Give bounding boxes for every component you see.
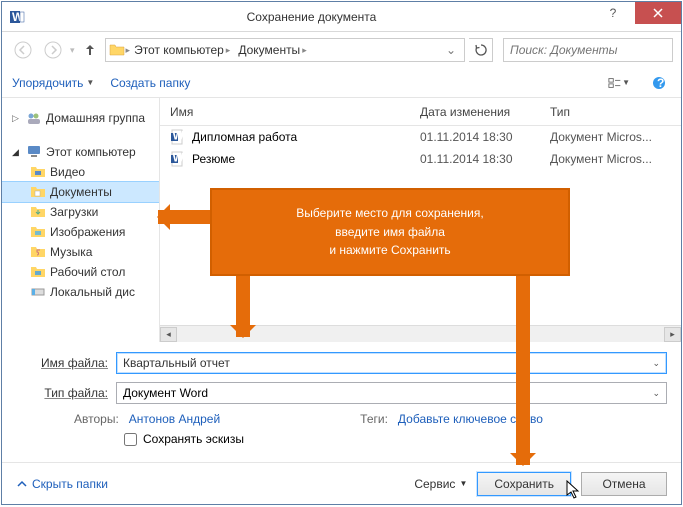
address-bar[interactable]: ▸ Этот компьютер ▸ Документы ▸ ⌄ [105, 38, 465, 62]
titlebar: W Сохранение документа ? [2, 2, 681, 32]
toolbar: Упорядочить ▼ Создать папку ▼ ? [2, 68, 681, 98]
sidebar-pictures[interactable]: Изображения [2, 222, 159, 242]
organize-menu[interactable]: Упорядочить ▼ [12, 76, 94, 90]
view-options-button[interactable]: ▼ [607, 72, 631, 94]
filename-input[interactable] [123, 356, 652, 370]
annotation-arrow [158, 210, 212, 224]
word-app-icon: W [2, 2, 32, 32]
address-dropdown-icon[interactable]: ⌄ [440, 43, 462, 57]
sidebar-video[interactable]: Видео [2, 162, 159, 182]
word-doc-icon: W [170, 151, 186, 167]
annotation-arrow [236, 269, 250, 337]
new-folder-button[interactable]: Создать папку [110, 76, 190, 90]
svg-text:W: W [173, 151, 185, 165]
filetype-field[interactable]: Документ Word ⌄ [116, 382, 667, 404]
filename-field[interactable]: ⌄ [116, 352, 667, 374]
sidebar-desktop[interactable]: Рабочий стол [2, 262, 159, 282]
sidebar-documents[interactable]: Документы [2, 182, 159, 202]
file-row[interactable]: WРезюме 01.11.2014 18:30 Документ Micros… [160, 148, 681, 170]
forward-button[interactable] [40, 37, 66, 63]
filename-label: Имя файла: [16, 356, 116, 370]
word-doc-icon: W [170, 129, 186, 145]
breadcrumb-root[interactable]: Этот компьютер ▸ [130, 43, 234, 57]
filetype-label: Тип файла: [16, 386, 116, 400]
sidebar-downloads[interactable]: Загрузки [2, 202, 159, 222]
dialog-title: Сохранение документа [32, 10, 591, 24]
pc-icon [26, 144, 42, 160]
authors-value[interactable]: Антонов Андрей [129, 412, 220, 426]
help-button[interactable]: ? [591, 2, 635, 24]
folder-icon [30, 184, 46, 200]
folder-icon [30, 244, 46, 260]
help-icon[interactable]: ? [647, 72, 671, 94]
authors-label: Авторы: [74, 412, 119, 426]
sidebar-music[interactable]: Музыка [2, 242, 159, 262]
file-row[interactable]: WДипломная работа 01.11.2014 18:30 Докум… [160, 126, 681, 148]
recent-dropdown-icon[interactable]: ▾ [70, 45, 75, 56]
homegroup-icon [26, 110, 42, 126]
breadcrumb-current[interactable]: Документы ▸ [234, 43, 310, 57]
search-box[interactable] [503, 38, 673, 62]
annotation-callout: Выберите место для сохранения, введите и… [210, 188, 570, 276]
refresh-button[interactable] [469, 38, 493, 62]
bottom-panel: Имя файла: ⌄ Тип файла: Документ Word ⌄ … [2, 342, 681, 462]
dropdown-icon[interactable]: ⌄ [652, 358, 660, 369]
chevron-up-icon [16, 478, 28, 490]
scroll-left-icon[interactable]: ◂ [160, 327, 177, 342]
cancel-button[interactable]: Отмена [581, 472, 667, 496]
save-thumbs-label[interactable]: Сохранять эскизы [143, 432, 244, 446]
folder-icon [30, 204, 46, 220]
drive-icon [30, 284, 46, 300]
close-button[interactable] [635, 2, 681, 24]
column-type[interactable]: Тип [550, 105, 681, 119]
column-name[interactable]: Имя [170, 105, 420, 119]
column-headers: Имя Дата изменения Тип [160, 98, 681, 126]
folder-icon [108, 42, 126, 58]
back-button[interactable] [10, 37, 36, 63]
folder-icon [30, 224, 46, 240]
tags-label: Теги: [360, 412, 388, 426]
tools-menu[interactable]: Сервис ▼ [414, 477, 467, 491]
sidebar-homegroup[interactable]: ▷ Домашняя группа [2, 108, 159, 128]
sidebar: ▷ Домашняя группа ◢ Этот компьютер Видео… [2, 98, 160, 342]
up-button[interactable] [79, 39, 101, 61]
folder-icon [30, 264, 46, 280]
save-thumbs-checkbox[interactable] [124, 433, 137, 446]
dropdown-icon[interactable]: ⌄ [652, 388, 660, 399]
sidebar-thispc[interactable]: ◢ Этот компьютер [2, 142, 159, 162]
folder-icon [30, 164, 46, 180]
scroll-right-icon[interactable]: ▸ [664, 327, 681, 342]
search-input[interactable] [510, 43, 667, 57]
annotation-arrow [516, 269, 530, 465]
svg-text:?: ? [657, 76, 664, 90]
sidebar-localdisk[interactable]: Локальный дис [2, 282, 159, 302]
nav-bar: ▾ ▸ Этот компьютер ▸ Документы ▸ ⌄ [2, 32, 681, 68]
hide-folders-link[interactable]: Скрыть папки [16, 477, 108, 491]
svg-text:W: W [173, 129, 185, 143]
column-date[interactable]: Дата изменения [420, 105, 550, 119]
footer: Скрыть папки Сервис ▼ Сохранить Отмена [2, 462, 681, 504]
